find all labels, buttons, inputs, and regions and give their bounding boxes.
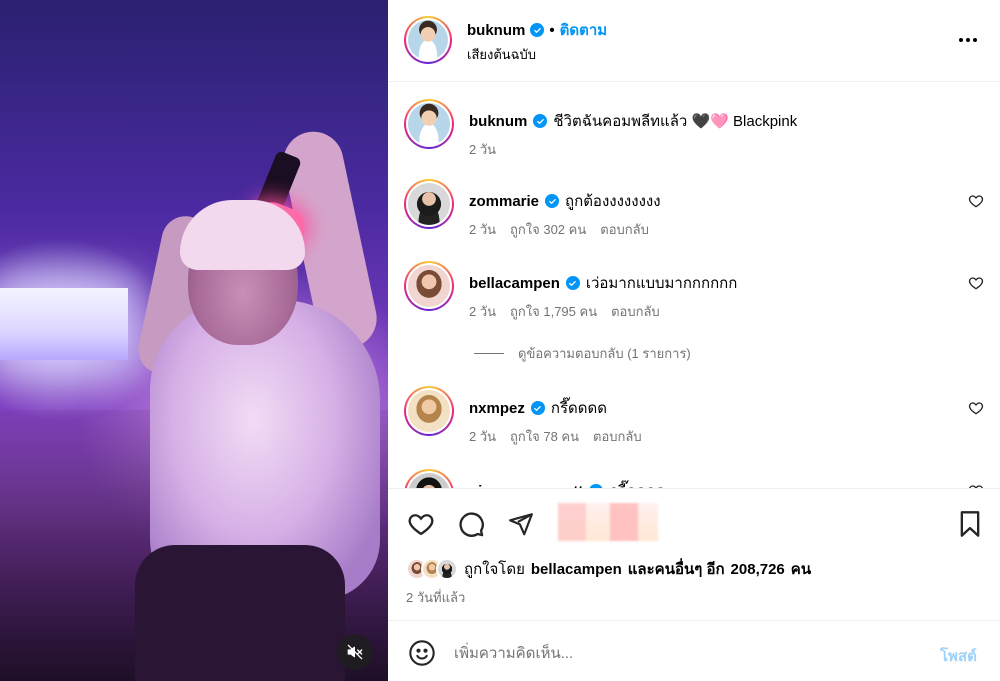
person-pants	[135, 545, 345, 681]
comment-likes[interactable]: ถูกใจ 1,795 คน	[510, 301, 597, 322]
comment-text: เว่อมากแบบมากกกกกก	[585, 275, 738, 292]
caption-text: ชีวิตฉันคอมพลีทแล้ว 🖤🩷 Blackpink	[553, 113, 798, 130]
author-username[interactable]: buknum	[467, 22, 525, 39]
blurred-emoji-overlay	[558, 503, 658, 541]
save-button[interactable]	[955, 509, 985, 539]
separator-dot: •	[549, 21, 555, 39]
comment-likes[interactable]: ถูกใจ 302 คน	[510, 219, 586, 240]
comment-input[interactable]	[454, 639, 924, 667]
comments-list[interactable]: buknum ชีวิตฉันคอมพลีทแล้ว 🖤🩷 Blackpink …	[388, 83, 1000, 488]
reply-button[interactable]: ตอบกลับ	[593, 426, 642, 447]
likes-user[interactable]: bellacampen	[531, 561, 622, 578]
avatar	[436, 558, 458, 580]
avatar[interactable]	[404, 386, 454, 436]
follow-button[interactable]: ติดตาม	[560, 18, 608, 42]
more-horizontal-icon	[959, 38, 977, 42]
paper-plane-icon	[509, 513, 533, 536]
avatar[interactable]	[404, 179, 454, 229]
avatar[interactable]	[404, 99, 454, 149]
stage-screen	[0, 288, 128, 360]
comment-composer: โพสต์	[388, 620, 1000, 681]
author-avatar[interactable]	[404, 16, 452, 64]
comment-button[interactable]	[456, 509, 486, 539]
more-options-button[interactable]	[956, 28, 980, 52]
comment-time[interactable]: 2 วัน	[469, 301, 496, 322]
comment-heart-icon[interactable]	[968, 193, 984, 209]
post-timestamp[interactable]: 2 วันที่แล้ว	[406, 587, 465, 608]
comment-likes[interactable]: ถูกใจ 78 คน	[510, 426, 579, 447]
comment-username[interactable]: bellacampen	[469, 275, 560, 292]
comment-text: กรี๊ดดดด	[609, 479, 665, 488]
post-video[interactable]	[0, 0, 388, 681]
view-replies-button[interactable]: ดูข้อความตอบกลับ (1 รายการ)	[474, 343, 691, 364]
comment-time[interactable]: 2 วัน	[469, 426, 496, 447]
smiley-icon	[409, 640, 435, 666]
verified-badge-icon	[530, 23, 545, 37]
post-side-panel: buknum • ติดตาม เสียงต้นฉบับ buknum ชีวิ…	[388, 0, 1000, 681]
post-actions: ถูกใจโดย bellacampen และคนอื่นๆ อีก 208,…	[388, 488, 1000, 620]
replies-dash	[474, 353, 504, 354]
post-comment-button[interactable]: โพสต์	[940, 644, 977, 668]
reply-button[interactable]: ตอบกลับ	[600, 219, 649, 240]
audio-label[interactable]: เสียงต้นฉบับ	[467, 44, 536, 65]
liker-avatars	[406, 558, 458, 580]
comment-username[interactable]: zommarie	[469, 193, 539, 210]
comment-text: กรี๊ดดดด	[550, 400, 607, 417]
comment-username[interactable]: buknum	[469, 113, 527, 130]
view-replies-label: ดูข้อความตอบกลับ (1 รายการ)	[518, 346, 691, 361]
comment-heart-icon[interactable]	[968, 400, 984, 416]
verified-badge-icon	[565, 276, 580, 290]
mute-button[interactable]	[337, 634, 373, 670]
comment-time[interactable]: 2 วัน	[469, 139, 496, 160]
heart-icon	[408, 514, 434, 536]
comment-username[interactable]: nxmpez	[469, 400, 525, 417]
comment-icon	[459, 512, 484, 537]
comment-time[interactable]: 2 วัน	[469, 219, 496, 240]
bookmark-icon	[960, 511, 980, 537]
likes-suffix: คน	[790, 561, 812, 578]
likes-middle: และคนอื่นๆ อีก	[627, 561, 725, 578]
verified-badge-icon	[533, 114, 548, 128]
avatar[interactable]	[404, 261, 454, 311]
verified-badge-icon	[530, 401, 545, 415]
emoji-button[interactable]	[408, 639, 436, 667]
reply-button[interactable]: ตอบกลับ	[611, 301, 660, 322]
verified-badge-icon	[545, 194, 560, 208]
speaker-muted-icon	[347, 644, 363, 660]
likes-count[interactable]: 208,726	[731, 561, 785, 578]
comment-heart-icon[interactable]	[968, 275, 984, 291]
likes-summary[interactable]: ถูกใจโดย bellacampen และคนอื่นๆ อีก 208,…	[406, 557, 811, 581]
share-button[interactable]	[506, 509, 536, 539]
comment-text: ถูกต้องงงงงงงง	[565, 193, 661, 210]
likes-prefix: ถูกใจโดย	[464, 561, 525, 578]
post-header: buknum • ติดตาม เสียงต้นฉบับ	[388, 0, 1000, 82]
like-button[interactable]	[406, 509, 436, 539]
avatar[interactable]	[404, 469, 454, 488]
